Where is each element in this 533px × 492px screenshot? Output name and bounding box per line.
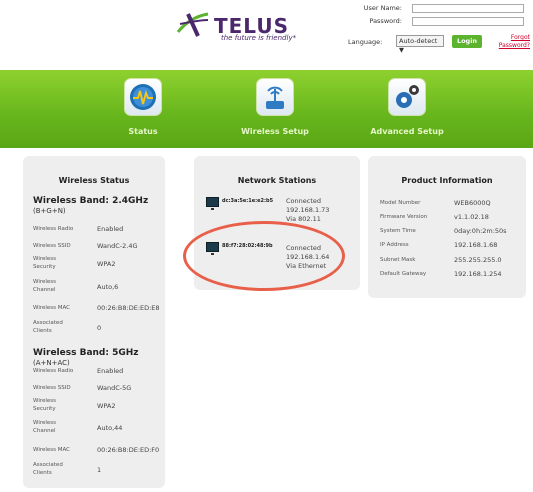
password-input[interactable] — [412, 17, 524, 26]
row-label: Wireless Radio — [33, 226, 74, 232]
nav-wireless-setup[interactable]: Wireless Setup — [225, 78, 325, 144]
nav-advanced-label: Advanced Setup — [370, 127, 444, 136]
info-value: 192.168.1.68 — [454, 241, 498, 249]
network-stations-title: Network Stations — [237, 176, 317, 185]
username-label: User Name: — [363, 4, 402, 12]
info-value: 255.255.255.0 — [454, 256, 502, 264]
row-value: 1 — [97, 466, 102, 474]
login-form: User Name: Password: Language: Auto-dete… — [330, 4, 530, 56]
nav-advanced-setup[interactable]: Advanced Setup — [357, 78, 457, 144]
language-label: Language: — [348, 38, 383, 46]
band-24-title: Wireless Band: 2.4GHz (B+G+N) — [33, 196, 149, 215]
station-mac: dc:3a:5e:1e:e2:b5 — [222, 198, 274, 204]
row-value: 0 — [97, 324, 102, 332]
row-label: Wireless SSID — [33, 385, 71, 391]
nav-status-label: Status — [128, 127, 158, 136]
row-value: Auto,44 — [97, 424, 123, 432]
gears-icon — [388, 78, 426, 116]
product-info-title: Product Information — [401, 176, 493, 185]
forgot-password-link[interactable]: Forgot Password? — [494, 34, 530, 50]
row-label: Associated Clients — [33, 462, 63, 476]
highlight-ellipse — [183, 221, 345, 291]
row-value: WandC-5G — [97, 384, 132, 392]
product-info-panel: Product Information Model Number WEB6000… — [368, 156, 526, 298]
nav-wireless-label: Wireless Setup — [241, 127, 309, 136]
tagline: the future is friendly* — [221, 34, 297, 42]
row-value: Enabled — [97, 225, 124, 233]
info-label: Subnet Mask — [380, 257, 416, 263]
language-select[interactable]: Auto-detect ▼ — [396, 35, 444, 54]
row-value: 00:26:B8:DE:ED:E8 — [97, 304, 160, 312]
row-value: WPA2 — [97, 402, 116, 410]
wireless-status-title: Wireless Status — [58, 176, 130, 185]
info-value: WEB6000Q — [454, 199, 491, 207]
row-value: 00:26:B8:DE:ED:F0 — [97, 446, 160, 454]
row-label: Wireless Channel — [33, 420, 57, 434]
login-button[interactable]: Login — [452, 35, 482, 48]
band-5-title: Wireless Band: 5GHz (A+N+AC) — [33, 348, 139, 367]
row-label: Wireless MAC — [33, 447, 71, 453]
info-label: Default Gateway — [380, 271, 427, 277]
station-info: Connected 192.168.1.73 Via 802.11 — [286, 197, 330, 223]
status-icon — [124, 78, 162, 116]
row-label: Wireless Security — [33, 398, 57, 412]
info-label: System Time — [380, 228, 416, 234]
row-label: Wireless Channel — [33, 279, 57, 293]
row-label: Associated Clients — [33, 320, 63, 334]
row-value: Auto,6 — [97, 283, 119, 291]
info-value: 0day:0h:2m:50s — [454, 227, 507, 235]
telus-logo: TELUS — [176, 8, 316, 48]
password-label: Password: — [369, 17, 402, 25]
nav-status[interactable]: Status — [93, 78, 193, 144]
info-label: IP Address — [380, 242, 409, 248]
row-value: Enabled — [97, 367, 124, 375]
telus-swoosh-icon — [176, 12, 209, 37]
row-value: WandC-2.4G — [97, 242, 138, 250]
main-nav: Status Wireless Setup Advanced Setup — [0, 70, 533, 148]
row-label: Wireless SSID — [33, 243, 71, 249]
info-value: 192.168.1.254 — [454, 270, 502, 278]
row-label: Wireless MAC — [33, 305, 71, 311]
info-label: Model Number — [380, 200, 421, 206]
info-label: Firmware Version — [380, 214, 428, 220]
row-label: Wireless Security — [33, 256, 57, 270]
computer-icon — [206, 197, 219, 210]
wireless-status-panel: Wireless Status Wireless Band: 2.4GHz (B… — [23, 156, 165, 488]
wireless-icon — [256, 78, 294, 116]
header: TELUS the future is friendly* User Name:… — [0, 0, 533, 58]
info-value: v1.1.02.18 — [454, 213, 489, 221]
username-input[interactable] — [412, 4, 524, 13]
row-label: Wireless Radio — [33, 368, 74, 374]
row-value: WPA2 — [97, 260, 116, 268]
